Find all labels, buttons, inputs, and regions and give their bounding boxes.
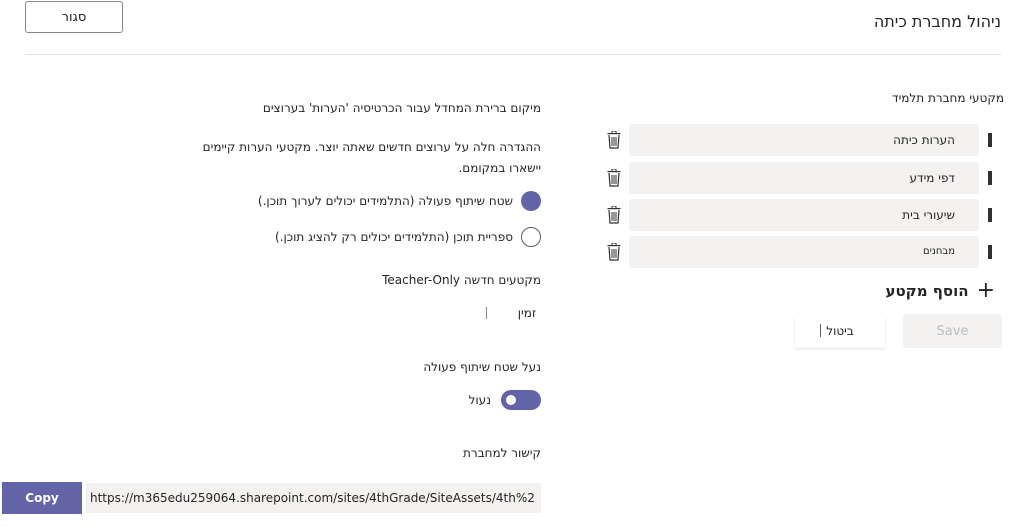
- notebook-link-value: https://m365edu259064.sharepoint.com/sit…: [90, 491, 535, 505]
- radio-label: שטח שיתוף פעולה (התלמידים יכולים לערוך ת…: [257, 194, 513, 208]
- toggle-knob: [506, 395, 516, 405]
- page-title: ניהול מחברת כיתה: [873, 12, 1001, 31]
- drag-handle-icon[interactable]: [988, 171, 995, 185]
- radio-collaboration-space[interactable]: שטח שיתוף פעולה (התלמידים יכולים לערוך ת…: [258, 191, 541, 211]
- radio-unselected-icon[interactable]: [521, 227, 541, 247]
- notebook-link-field[interactable]: https://m365edu259064.sharepoint.com/sit…: [86, 483, 541, 513]
- trash-icon[interactable]: [607, 131, 621, 149]
- lock-toggle-row[interactable]: נעול: [469, 390, 541, 410]
- sections-heading: מקטעי מחברת תלמיד: [892, 91, 1004, 105]
- time-input[interactable]: [486, 307, 487, 319]
- radio-content-library[interactable]: ספריית תוכן (התלמידים יכולים רק להציג תו…: [275, 227, 541, 247]
- location-heading: מיקום ברירת המחדל עבור הכרטיסיה 'הערות' …: [262, 101, 541, 115]
- section-label: מבחנים: [923, 246, 955, 257]
- lock-toggle[interactable]: [501, 390, 541, 410]
- cancel-button[interactable]: ביטול: [795, 314, 885, 348]
- drag-handle-icon[interactable]: [988, 133, 995, 147]
- radio-label: ספריית תוכן (התלמידים יכולים רק להציג תו…: [275, 230, 513, 244]
- add-section-label: הוסף מקטע: [885, 282, 969, 300]
- drag-handle-icon[interactable]: [988, 208, 995, 222]
- section-label: הערות כיתה: [893, 133, 955, 147]
- trash-icon[interactable]: [607, 206, 621, 224]
- time-label: זמין: [517, 306, 536, 320]
- teacher-only-heading: מקטעים חדשה Teacher-Only: [382, 273, 541, 287]
- trash-icon[interactable]: [607, 169, 621, 187]
- close-button[interactable]: סגור: [25, 1, 123, 33]
- section-label: שיעורי בית: [902, 208, 955, 222]
- drag-handle-icon[interactable]: [988, 245, 995, 259]
- section-row: הערות כיתה: [607, 124, 995, 156]
- section-label: דפי מידע: [909, 171, 955, 185]
- add-section-button[interactable]: + הוסף מקטע: [885, 278, 995, 303]
- section-row: שיעורי בית: [607, 199, 995, 231]
- copy-button[interactable]: Copy: [2, 482, 82, 514]
- radio-selected-icon[interactable]: [521, 191, 541, 211]
- lock-heading: נעל שטח שיתוף פעולה: [423, 360, 541, 374]
- location-note: ההגדרה חלה על ערוצים חדשים שאתה יוצר. מק…: [202, 140, 541, 175]
- plus-icon: +: [976, 278, 995, 303]
- notebook-link-heading: קישור למחברת: [463, 446, 541, 460]
- header-divider: [25, 54, 1001, 55]
- save-button[interactable]: Save: [903, 314, 1002, 348]
- trash-icon[interactable]: [607, 243, 621, 261]
- section-row: מבחנים: [607, 236, 995, 268]
- toggle-label: נעול: [468, 393, 491, 407]
- section-row: דפי מידע: [607, 162, 995, 194]
